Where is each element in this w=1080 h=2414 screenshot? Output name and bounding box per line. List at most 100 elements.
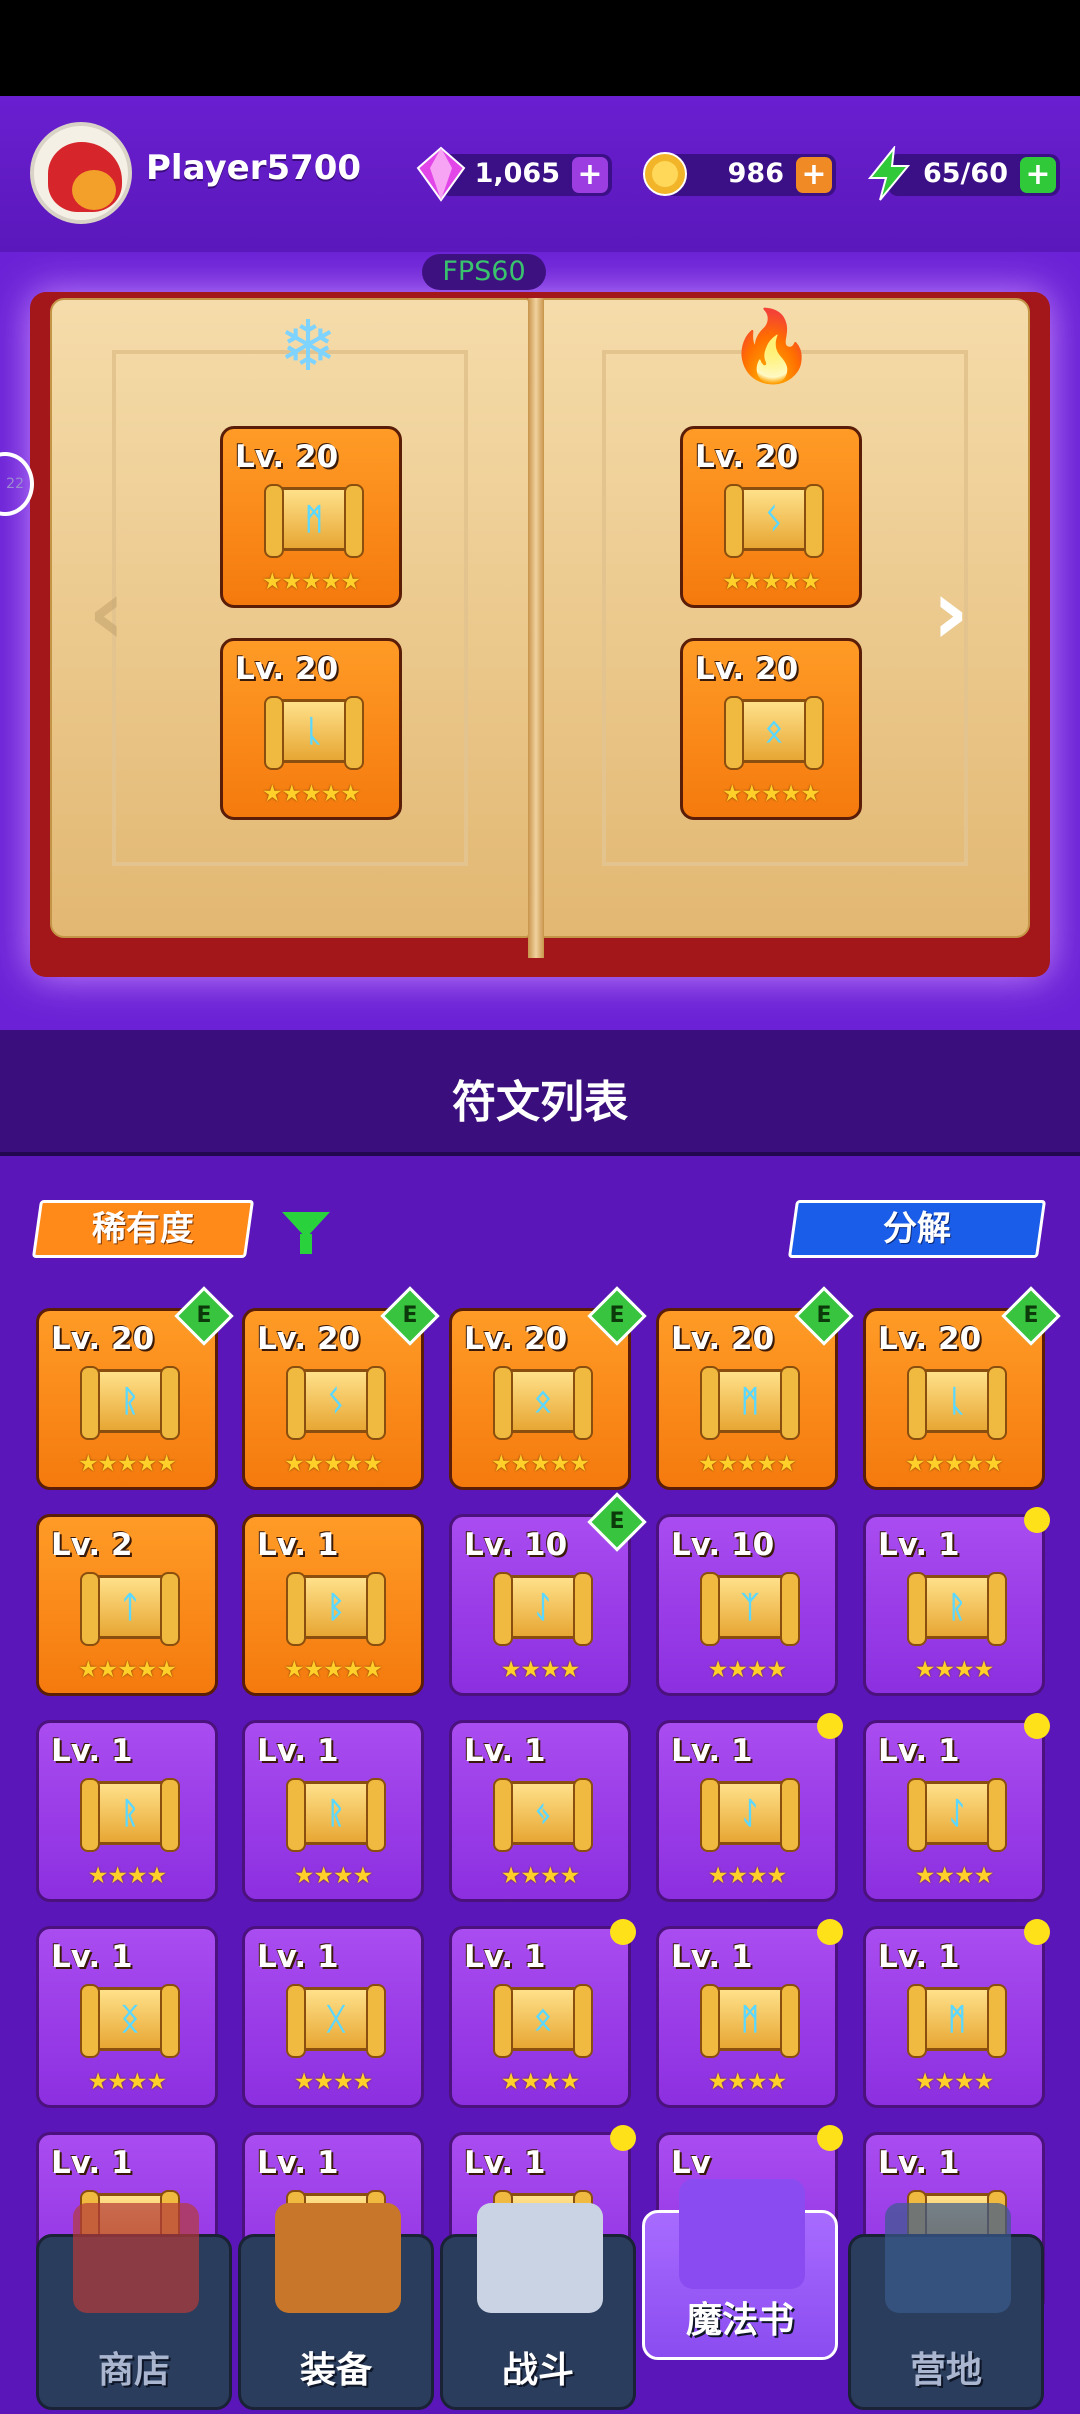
rune-stars: ★★★★ (87, 2069, 167, 2095)
bottom-navigation: 商店 装备 战斗 魔法书 营地 (0, 2179, 1080, 2414)
spellbook-slot-right[interactable]: Lv. 20 ᛟ ★★★★★ (680, 638, 862, 820)
rune-card[interactable]: Lv. 20 ᛊ ★★★★★ E (242, 1286, 440, 1490)
rune-card[interactable]: Lv. 1 ᛒ ★★★★★ (242, 1514, 424, 1696)
rune-glyph: ᚱ (121, 1384, 139, 1419)
crossed-swords-icon (477, 2203, 603, 2313)
new-indicator-dot (817, 1919, 843, 1945)
rune-stars: ★★★★★ (490, 1451, 590, 1477)
rune-glyph: ᛟ (534, 2002, 552, 2037)
rune-stars: ★★★★★ (721, 569, 821, 595)
rune-scroll-icon: ᚳ (907, 1366, 1007, 1440)
rune-stars: ★★★★ (87, 1863, 167, 1889)
avatar[interactable] (30, 122, 132, 224)
rune-level: Lv. 1 (878, 1527, 960, 1563)
rune-stars: ★★★★★ (77, 1451, 177, 1477)
add-gems-button[interactable]: + (572, 157, 608, 193)
ice-element-icon: ❄ (278, 305, 338, 387)
nav-tab-spellbook[interactable]: 魔法书 (642, 2179, 838, 2360)
spellbook-slot-left[interactable]: Lv. 20 ᛗ ★★★★★ (220, 426, 402, 608)
rune-card[interactable]: Lv. 10 ᛉ ★★★★ (656, 1514, 838, 1696)
rune-level: Lv. 1 (257, 1733, 339, 1769)
rune-level: Lv. 1 (51, 1939, 133, 1975)
rune-card[interactable]: Lv. 1 ᛗ ★★★★ (656, 1919, 843, 2108)
new-indicator-dot (1024, 1713, 1050, 1739)
rune-scroll-icon: ᛃ (493, 1778, 593, 1852)
nav-label: 商店 (97, 2350, 170, 2391)
rune-level: Lv (671, 2145, 711, 2181)
rune-level: Lv. 20 (695, 651, 799, 687)
rune-level: Lv. 1 (51, 1733, 133, 1769)
rune-scroll-icon: ᛇ (907, 1778, 1007, 1852)
rune-scroll-icon: ᛇ (700, 1778, 800, 1852)
add-energy-button[interactable]: + (1020, 157, 1056, 193)
energy-value: 65/60 (922, 158, 1008, 189)
rune-card[interactable]: Lv. 1 ᚱ ★★★★ (36, 1720, 218, 1902)
rune-glyph: ᛃ (534, 1796, 552, 1831)
rune-card[interactable]: Lv. 1 ᛗ ★★★★ (863, 1919, 1050, 2108)
rune-scroll-icon: ᚳ (264, 696, 364, 770)
nav-tab-crossed-swords[interactable]: 战斗 (440, 2203, 636, 2410)
rune-scroll-icon: ᛟ (493, 1984, 593, 2058)
character-face-icon (72, 170, 116, 210)
rune-glyph: ᛊ (765, 502, 783, 537)
rune-level: Lv. 2 (51, 1527, 133, 1563)
rune-scroll-icon: ᛊ (286, 1366, 386, 1440)
shop-icon (73, 2203, 199, 2313)
prev-page-arrow[interactable]: ‹ (88, 560, 125, 665)
rune-card[interactable]: Lv. 1 ᚷ ★★★★ (242, 1926, 424, 2108)
rune-level: Lv. 20 (695, 439, 799, 475)
rune-scroll-icon: ᚱ (80, 1778, 180, 1852)
rune-level: Lv. 1 (878, 2145, 960, 2181)
rune-card[interactable]: Lv. 1 ᚱ ★★★★ (242, 1720, 424, 1902)
rune-stars: ★★★★ (293, 1863, 373, 1889)
rune-card[interactable]: Lv. 1 ᛃ ★★★★ (449, 1720, 631, 1902)
rune-card[interactable]: Lv. 1 ᛇ ★★★★ (656, 1713, 843, 1902)
nav-tab-shield-crown[interactable]: 营地 (848, 2203, 1044, 2410)
rune-scroll-icon: ᚱ (907, 1572, 1007, 1646)
rune-stars: ★★★★★ (283, 1657, 383, 1683)
rune-card[interactable]: Lv. 1 ᛝ ★★★★ (36, 1926, 218, 2108)
rune-glyph: ᚷ (327, 2002, 345, 2037)
new-indicator-dot (817, 2125, 843, 2151)
rune-card[interactable]: Lv. 20 ᛟ ★★★★★ E (449, 1286, 647, 1490)
book-spine (528, 298, 544, 958)
rune-level: Lv. 20 (235, 439, 339, 475)
spellbook-slot-left[interactable]: Lv. 20 ᚳ ★★★★★ (220, 638, 402, 820)
gems-value: 1,065 (474, 158, 560, 189)
rune-stars: ★★★★★ (283, 1451, 383, 1477)
nav-tab-backpack[interactable]: 装备 (238, 2203, 434, 2410)
rune-scroll-icon: ᛊ (724, 484, 824, 558)
rune-glyph: ᚳ (305, 714, 323, 749)
rune-glyph: ᛗ (948, 2002, 966, 2037)
spellbook-slot-right[interactable]: Lv. 20 ᛊ ★★★★★ (680, 426, 862, 608)
next-page-arrow[interactable]: › (932, 560, 969, 665)
lightning-icon (867, 146, 911, 201)
rune-glyph: ᛗ (305, 502, 323, 537)
rune-card[interactable]: Lv. 20 ᚳ ★★★★★ E (863, 1286, 1061, 1490)
rune-level: Lv. 10 (671, 1527, 775, 1563)
rune-card[interactable]: Lv. 20 ᚱ ★★★★★ E (36, 1286, 234, 1490)
rune-stars: ★★★★★ (697, 1451, 797, 1477)
rarity-sort-button[interactable]: 稀有度 (31, 1200, 255, 1258)
rune-stars: ★★★★ (914, 2069, 994, 2095)
rune-list-title: 符文列表 (452, 1077, 628, 1128)
rune-card[interactable]: Lv. 1 ᛇ ★★★★ (863, 1713, 1050, 1902)
rune-list-header: 符文列表 (0, 1030, 1080, 1156)
new-indicator-dot (610, 1919, 636, 1945)
decompose-button[interactable]: 分解 (787, 1200, 1047, 1258)
rune-glyph: ᛝ (121, 2002, 139, 2037)
rune-card[interactable]: Lv. 20 ᛗ ★★★★★ E (656, 1286, 854, 1490)
rune-card[interactable]: Lv. 2 ᛏ ★★★★★ (36, 1514, 218, 1696)
add-gold-button[interactable]: + (796, 157, 832, 193)
filter-icon[interactable] (282, 1212, 330, 1254)
nav-tab-shop[interactable]: 商店 (36, 2203, 232, 2410)
rune-level: Lv. 1 (464, 1733, 546, 1769)
rune-stars: ★★★★ (500, 2069, 580, 2095)
rune-stars: ★★★★ (914, 1657, 994, 1683)
rune-stars: ★★★★ (707, 1863, 787, 1889)
rune-scroll-icon: ᚱ (286, 1778, 386, 1852)
rune-card[interactable]: Lv. 10 ᛇ ★★★★ E (449, 1492, 647, 1696)
rune-card[interactable]: Lv. 1 ᚱ ★★★★ (863, 1507, 1050, 1696)
rune-card[interactable]: Lv. 1 ᛟ ★★★★ (449, 1919, 636, 2108)
rune-level: Lv. 20 (235, 651, 339, 687)
